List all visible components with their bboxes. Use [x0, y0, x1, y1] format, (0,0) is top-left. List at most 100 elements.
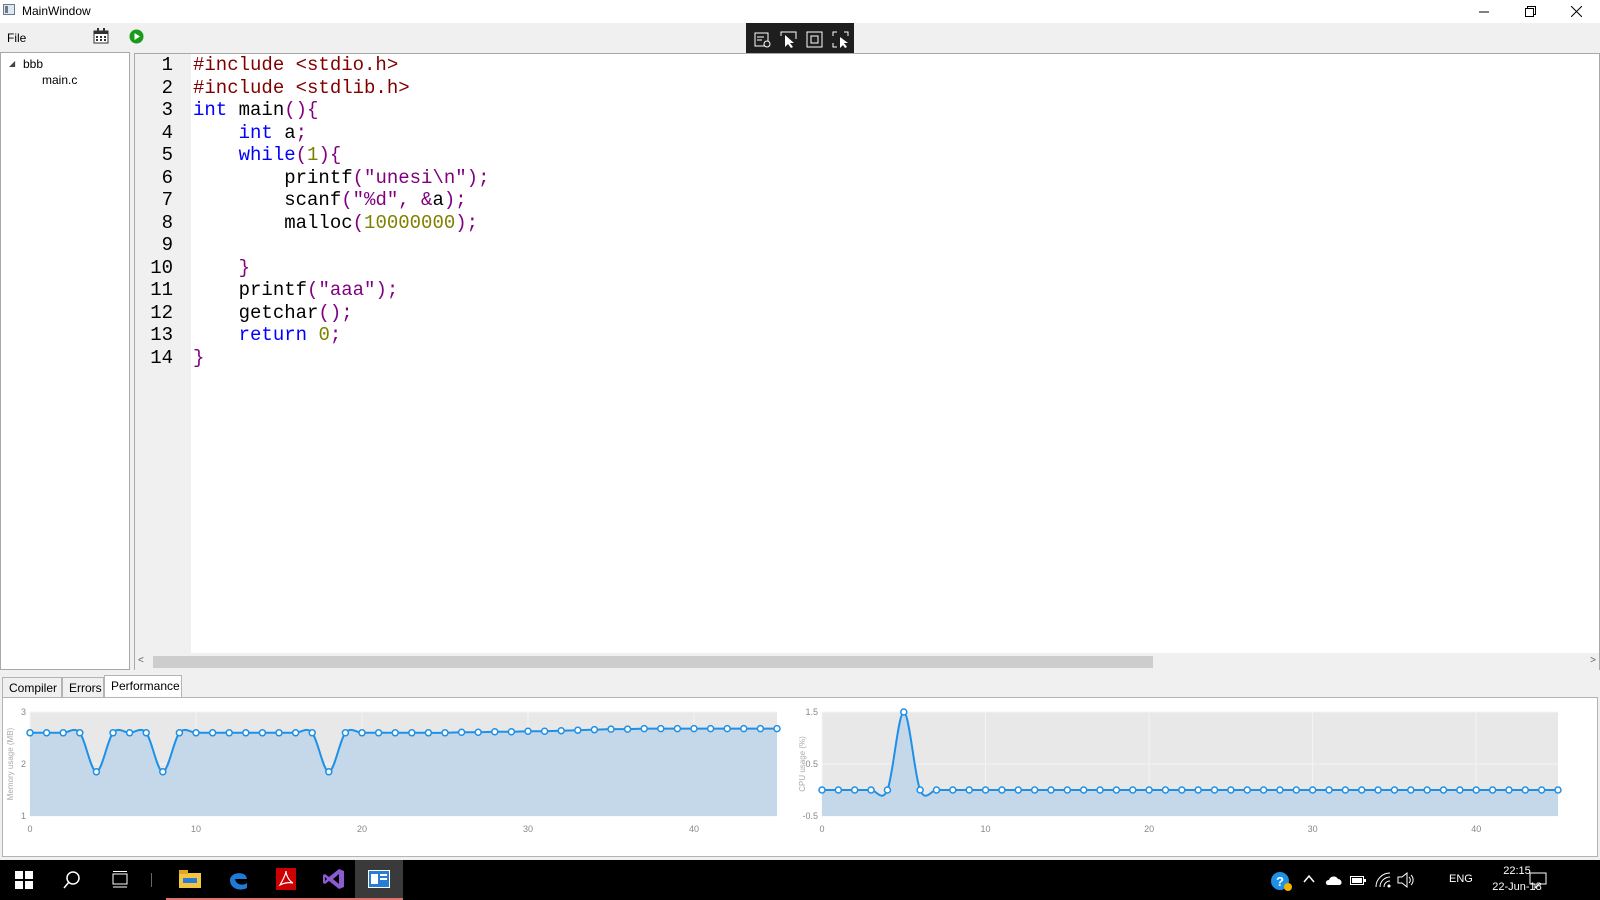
x-tick-label: 10	[981, 824, 991, 834]
build-icon[interactable]	[93, 28, 109, 44]
line-number: 13	[150, 324, 173, 346]
pointer-select-icon[interactable]	[780, 31, 798, 49]
data-point	[374, 729, 383, 737]
title-bar: MainWindow	[0, 0, 1600, 23]
data-point	[1243, 786, 1251, 794]
tree-item-project[interactable]: bbb	[23, 57, 43, 71]
line-number: 12	[150, 301, 173, 324]
taskbar-edge[interactable]	[214, 860, 262, 900]
task-view-button[interactable]	[96, 860, 144, 900]
data-point	[850, 786, 859, 794]
data-point	[1292, 786, 1301, 794]
code-token: );	[443, 189, 467, 211]
settings-icon[interactable]	[754, 31, 772, 49]
windows-start-button[interactable]	[0, 860, 48, 900]
close-icon	[1570, 6, 1582, 17]
pdf-reader-icon	[276, 868, 296, 890]
data-point	[1276, 786, 1284, 794]
input-language[interactable]: ENG	[1449, 873, 1473, 885]
scroll-right-icon[interactable]: >	[1590, 655, 1596, 666]
data-point	[673, 724, 682, 733]
tab-compiler[interactable]: Compiler	[2, 677, 62, 697]
search-button[interactable]	[48, 860, 96, 900]
data-point	[756, 724, 765, 733]
x-tick-label: 40	[1471, 824, 1481, 834]
show-hidden-icons-icon[interactable]	[1303, 874, 1315, 884]
data-point	[1145, 786, 1153, 794]
code-text: printf("aaa");	[193, 279, 399, 302]
code-token: #include <stdlib.h>	[193, 76, 410, 99]
data-point	[1554, 786, 1562, 794]
data-point	[258, 729, 267, 737]
code-token: main	[227, 99, 285, 121]
data-point	[1063, 786, 1072, 794]
code-line: 7 scanf("%d", &a);	[135, 189, 1535, 212]
x-tick-label: 30	[523, 824, 533, 834]
tree-item-file[interactable]: main.c	[42, 73, 77, 87]
x-tick-label: 20	[1144, 824, 1154, 834]
taskbar-pdf-reader[interactable]	[262, 860, 310, 900]
menu-file[interactable]: File	[7, 31, 26, 45]
tab-performance[interactable]: Performance	[104, 675, 182, 698]
tab-errors[interactable]: Errors	[62, 677, 104, 697]
code-text: malloc(10000000);	[193, 212, 478, 235]
code-line: 10 }	[135, 257, 1535, 280]
taskbar-mainwindow-app[interactable]	[355, 860, 403, 900]
volume-icon[interactable]	[1397, 872, 1415, 888]
data-point	[125, 729, 134, 737]
data-point	[92, 768, 101, 776]
data-point	[965, 786, 973, 794]
code-token: (	[295, 144, 308, 166]
frame-select-icon[interactable]	[806, 31, 824, 49]
code-text: int a;	[193, 122, 307, 145]
data-point	[175, 729, 184, 737]
data-point	[109, 729, 117, 737]
code-token: 10000000	[364, 211, 456, 234]
code-token: (	[341, 189, 353, 211]
horizontal-scrollbar[interactable]: < >	[135, 653, 1599, 670]
data-point	[723, 724, 731, 733]
onedrive-icon[interactable]	[1325, 874, 1343, 886]
minimize-button[interactable]	[1461, 0, 1507, 23]
data-point	[949, 786, 957, 794]
help-icon[interactable]: ?	[1270, 870, 1294, 892]
data-point	[1047, 786, 1055, 794]
taskbar-file-explorer[interactable]	[166, 860, 214, 900]
screen-capture-icon[interactable]	[832, 31, 850, 49]
data-point	[325, 768, 333, 776]
code-line: 13 return 0;	[135, 324, 1535, 347]
x-tick-label: 10	[191, 824, 201, 834]
cpu-usage-chart: 0 10 20 30 40 -0.5 0.5 1.5 CPU usage (%)	[798, 707, 1562, 834]
data-point	[424, 729, 433, 737]
code-editor[interactable]: 1 #include <stdio.h> 2 #include <stdlib.h> 3…	[134, 53, 1600, 670]
scroll-left-icon[interactable]: <	[138, 655, 144, 666]
data-point	[690, 724, 698, 733]
code-text: return 0;	[193, 324, 342, 347]
data-point	[1357, 786, 1366, 794]
taskbar-visual-studio[interactable]	[310, 860, 358, 900]
window-title: MainWindow	[22, 4, 91, 18]
tree-expand-icon[interactable]: ◢	[9, 59, 15, 68]
action-center-icon[interactable]	[1529, 872, 1547, 889]
code-token: (){	[284, 99, 319, 121]
code-token: );	[375, 279, 399, 301]
scrollbar-thumb[interactable]	[153, 656, 1153, 668]
run-icon[interactable]	[129, 29, 144, 44]
data-point	[275, 729, 283, 737]
data-point	[706, 724, 715, 733]
data-point	[1194, 786, 1202, 794]
data-point	[916, 786, 924, 794]
app-window-icon	[3, 4, 15, 15]
code-token: , &	[398, 189, 433, 211]
data-point	[1423, 786, 1431, 794]
y-tick-label: -0.5	[802, 811, 818, 821]
code-text: #include <stdio.h>	[193, 54, 398, 77]
wifi-icon[interactable]	[1375, 872, 1391, 888]
data-point	[457, 728, 466, 737]
restore-button[interactable]	[1507, 0, 1553, 23]
data-point	[981, 786, 990, 794]
close-button[interactable]	[1553, 0, 1599, 23]
battery-icon[interactable]	[1350, 874, 1366, 886]
